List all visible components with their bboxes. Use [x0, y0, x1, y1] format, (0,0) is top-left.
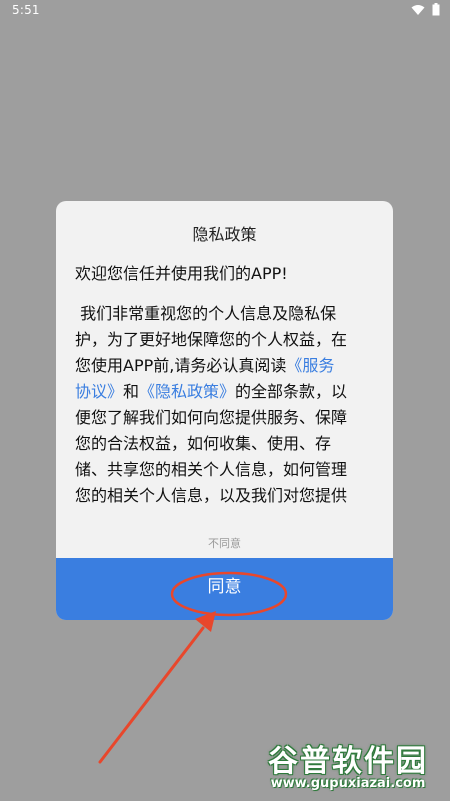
- body-line: 护，为了更好地保障您的个人权益，在: [75, 330, 348, 349]
- dialog-body[interactable]: 我们非常重视您的个人信息及隐私保 护，为了更好地保障您的个人权益，在 您使用AP…: [75, 301, 378, 511]
- watermark-logo: 谷普软件园: [268, 744, 428, 779]
- dialog-greeting: 欢迎您信任并使用我们的APP!: [75, 264, 288, 283]
- body-line: 便您了解我们如何向您提供服务、保障: [75, 408, 348, 427]
- body-line: 您的合法权益，如何收集、使用、存: [75, 434, 332, 453]
- privacy-policy-link[interactable]: 《隐私政策》: [139, 382, 235, 401]
- status-time: 5:51: [12, 3, 40, 17]
- status-icons: [411, 3, 440, 19]
- watermark: 谷普软件园 www.gupuxiazai.com: [248, 736, 448, 798]
- battery-icon: [432, 3, 440, 19]
- arrow-icon: [98, 626, 205, 764]
- privacy-dialog: 隐私政策 欢迎您信任并使用我们的APP! 我们非常重视您的个人信息及隐私保 护，…: [56, 201, 393, 620]
- body-line: 您使用APP前,请务必认真阅读《服务: [75, 356, 335, 375]
- wifi-icon: [411, 4, 425, 19]
- agree-button[interactable]: 同意: [56, 558, 393, 620]
- body-line: 我们非常重视您的个人信息及隐私保: [80, 304, 337, 323]
- body-line: 协议》和《隐私政策》的全部条款，以: [75, 382, 348, 401]
- body-line: 您的相关个人信息，以及我们对您提供: [75, 486, 348, 505]
- dialog-title: 隐私政策: [192, 225, 257, 244]
- watermark-url: www.gupuxiazai.com: [270, 776, 426, 791]
- status-bar: 5:51: [0, 0, 450, 22]
- body-line: 储、共享您的相关个人信息，如何管理: [75, 460, 348, 479]
- service-agreement-link[interactable]: 《服务: [286, 356, 334, 375]
- disagree-button[interactable]: 不同意: [56, 535, 393, 551]
- service-agreement-link-cont[interactable]: 协议》: [75, 382, 123, 401]
